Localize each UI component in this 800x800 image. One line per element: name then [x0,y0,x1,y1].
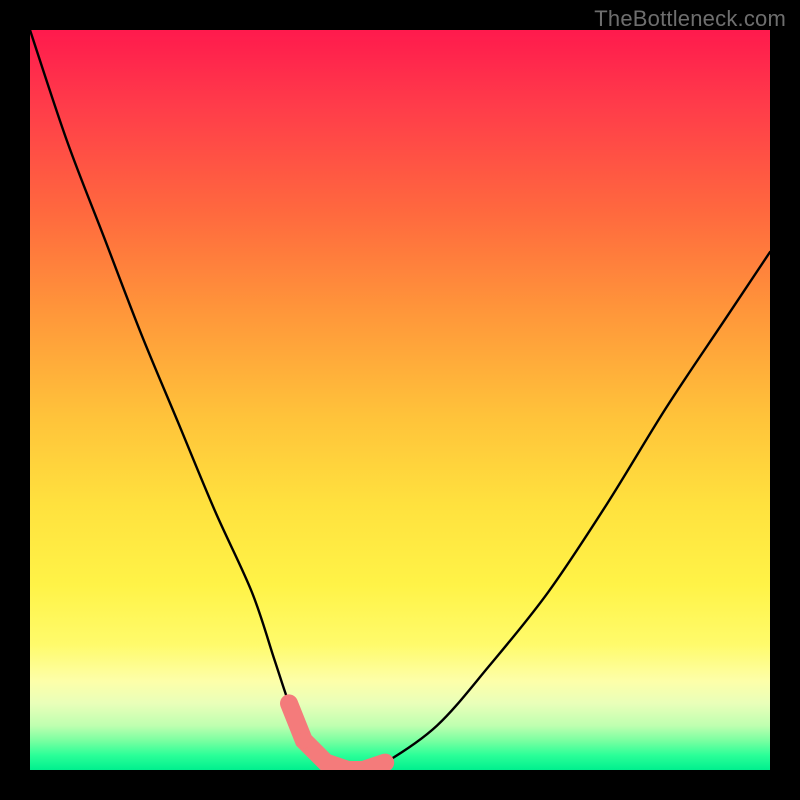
watermark-text: TheBottleneck.com [594,6,786,32]
plot-area [30,30,770,770]
bottleneck-curve-line [30,30,770,770]
minimum-marker-dot [296,732,312,748]
chart-frame: TheBottleneck.com [0,0,800,800]
chart-svg [30,30,770,770]
minimum-marker-dot [281,695,297,711]
